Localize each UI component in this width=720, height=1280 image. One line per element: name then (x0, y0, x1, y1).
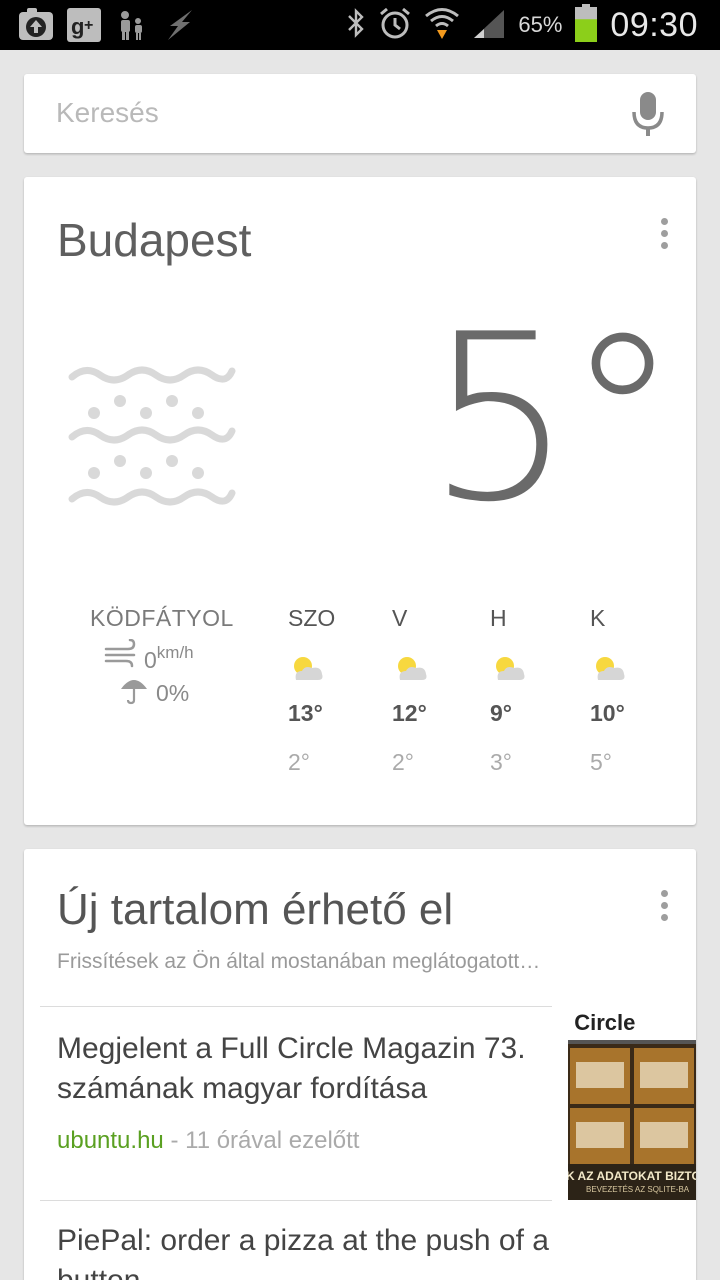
umbrella-icon (120, 675, 148, 711)
battery-icon (574, 3, 598, 47)
parental-icon (114, 7, 150, 43)
weather-city: Budapest (57, 214, 252, 266)
microphone-icon[interactable] (630, 90, 666, 138)
rain-chance: 0% (156, 679, 190, 706)
divider (40, 1200, 552, 1201)
signal-icon (472, 8, 506, 43)
article-thumbnail[interactable]: l Circle K AZ ADATOKAT BIZTON BEVEZETÉS … (568, 1008, 696, 1200)
wind-icon (104, 638, 138, 674)
article-source[interactable]: ubuntu.hu (57, 1127, 164, 1154)
flash-icon (162, 7, 198, 43)
article-time: 11 órával ezelőtt (185, 1127, 360, 1154)
wind-info: 0km/h (104, 638, 194, 674)
forecast-day-label: SZO (288, 605, 336, 631)
forecast-low: 2° (392, 749, 414, 775)
wind-unit: km/h (156, 643, 194, 662)
search-input[interactable] (56, 92, 596, 134)
upload-icon (18, 7, 54, 43)
forecast-day: SZO 13° 2° (288, 605, 378, 776)
bluetooth-icon (346, 7, 366, 44)
forecast-low: 2° (288, 749, 310, 775)
clock: 09:30 (610, 5, 698, 44)
svg-text:g: g (71, 14, 84, 39)
new-content-card: Új tartalom érhető el Frissítések az Ön … (24, 849, 696, 1280)
forecast-day-label: H (490, 605, 507, 631)
forecast-low: 3° (490, 749, 512, 775)
partly-cloudy-icon (288, 654, 324, 682)
article-title[interactable]: PiePal: order a pizza at the push of a b… (57, 1221, 617, 1280)
card-title: Új tartalom érhető el (57, 885, 454, 934)
forecast-day: H 9° 3° (490, 605, 580, 776)
wind-speed: 0 (144, 647, 157, 673)
svg-text:+: + (84, 17, 93, 34)
forecast-day-label: V (392, 605, 408, 631)
thumbnail-banner: K AZ ADATOKAT BIZTON (568, 1169, 696, 1183)
status-bar: g + 65% 09:30 (0, 0, 720, 50)
weather-card[interactable]: Budapest 5° KÖDFÁTYOL 0km/h 0% SZO 13° 2… (24, 177, 696, 825)
fog-icon (68, 363, 238, 513)
weather-condition: KÖDFÁTYOL (90, 605, 234, 631)
card-subtitle: Frissítések az Ön által mostanában meglá… (57, 950, 541, 973)
forecast-high: 9° (490, 700, 512, 726)
search-card (24, 74, 696, 153)
forecast-high: 12° (392, 700, 427, 726)
battery-percent: 65% (518, 12, 563, 37)
forecast-day-label: K (590, 605, 606, 631)
thumbnail-caption: BEVEZETÉS AZ SQLITE-BA (586, 1185, 690, 1194)
current-temperature: 5° (426, 286, 680, 553)
forecast-day: K 10° 5° (590, 605, 680, 776)
content-menu-icon[interactable] (656, 885, 672, 925)
article-title[interactable]: Megjelent a Full Circle Magazin 73. szám… (57, 1029, 547, 1109)
thumbnail-heading: l Circle (568, 1010, 635, 1035)
divider (40, 1006, 552, 1007)
partly-cloudy-icon (490, 654, 526, 682)
alarm-icon (378, 6, 412, 45)
forecast-day: V 12° 2° (392, 605, 482, 776)
forecast-high: 13° (288, 700, 323, 726)
article-meta: ubuntu.hu - 11 órával ezelőtt (57, 1127, 360, 1154)
forecast-low: 5° (590, 749, 612, 775)
partly-cloudy-icon (590, 654, 626, 682)
rain-info: 0% (120, 675, 189, 711)
partly-cloudy-icon (392, 654, 428, 682)
google-plus-icon: g + (66, 7, 102, 43)
forecast-high: 10° (590, 700, 625, 726)
weather-menu-icon[interactable] (656, 213, 672, 253)
wifi-icon (424, 6, 460, 45)
